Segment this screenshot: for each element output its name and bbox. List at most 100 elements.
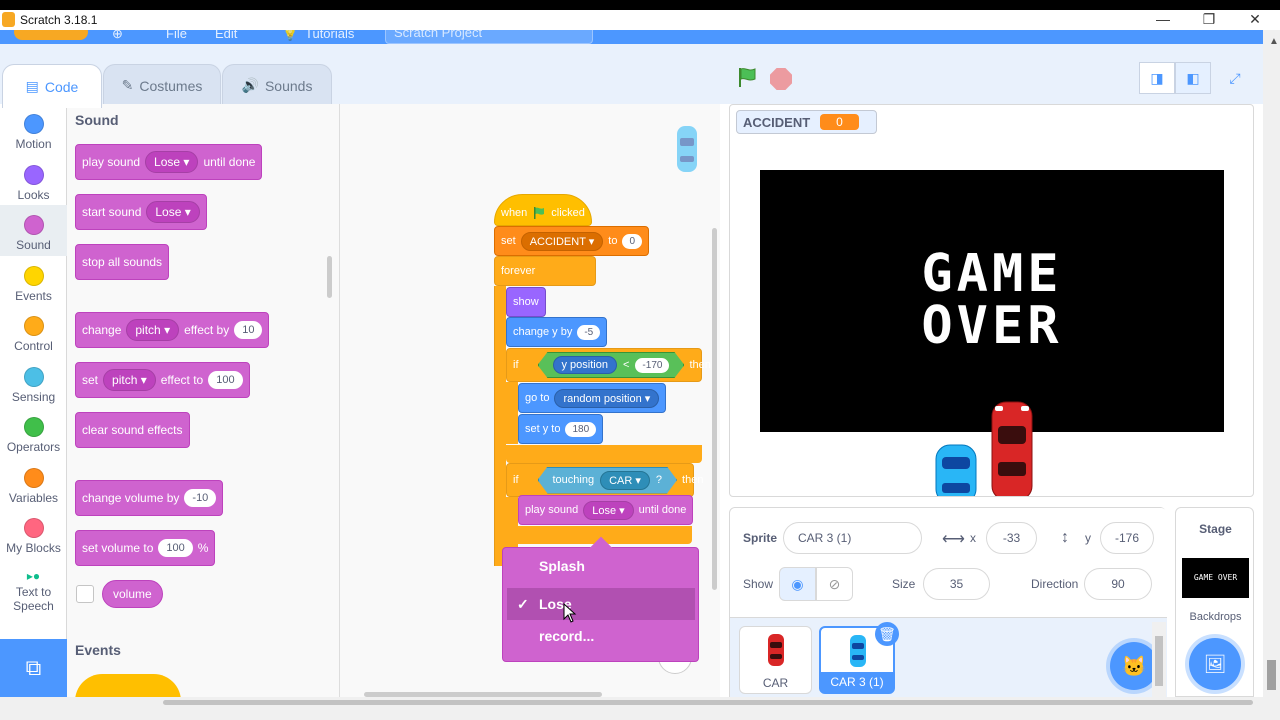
block-change-volume[interactable]: change volume by -10	[75, 480, 224, 516]
category-events[interactable]: Events	[0, 260, 67, 310]
block-touching[interactable]: touching CAR ▾ ?	[538, 467, 678, 494]
block-if-y-position[interactable]: if y position < -170 then	[506, 348, 711, 382]
red-car-sprite[interactable]	[989, 400, 1035, 497]
size-input[interactable]: 35	[923, 568, 990, 600]
block-change-pitch[interactable]: change pitch ▾ effect by 10	[75, 312, 270, 348]
category-my-blocks[interactable]: My Blocks	[0, 512, 67, 562]
category-sound[interactable]: Sound	[0, 205, 67, 256]
sound-select[interactable]: Lose ▾	[583, 500, 634, 520]
category-motion[interactable]: Motion	[0, 108, 67, 158]
menu-edit[interactable]: Edit	[215, 30, 237, 41]
touching-select[interactable]: CAR ▾	[600, 471, 650, 490]
number-input[interactable]: -10	[184, 489, 217, 507]
scratch-logo[interactable]	[14, 30, 88, 40]
category-operators[interactable]: Operators	[0, 411, 67, 461]
stage-thumbnail[interactable]: GAME OVER	[1182, 558, 1249, 598]
stage[interactable]: ACCIDENT 0 GAME OVER	[729, 104, 1254, 497]
y-position-reporter[interactable]: y position	[553, 356, 617, 374]
block-set-variable[interactable]: set ACCIDENT ▾ to 0	[494, 226, 650, 256]
globe-icon[interactable]: ⊕	[112, 30, 123, 42]
block-go-to[interactable]: go to random position ▾	[518, 383, 667, 413]
number-input[interactable]: 100	[158, 539, 193, 557]
y-input[interactable]: -176	[1100, 522, 1154, 554]
green-flag-icon[interactable]	[736, 66, 758, 88]
choose-sprite-button[interactable]: 🐱	[1110, 642, 1158, 690]
sound-select[interactable]: Lose ▾	[146, 201, 200, 223]
goto-select[interactable]: random position ▾	[554, 388, 660, 408]
script-vertical-scrollbar[interactable]	[712, 228, 717, 590]
menu-file[interactable]: File	[166, 30, 187, 41]
menu-tutorials[interactable]: Tutorials	[305, 30, 354, 41]
block-set-y[interactable]: set y to 180	[518, 414, 604, 444]
category-looks[interactable]: Looks	[0, 159, 67, 209]
number-input[interactable]: 10	[234, 321, 263, 339]
delete-sprite-button[interactable]: 🗑	[875, 622, 899, 646]
scroll-up-icon[interactable]: ▲	[1269, 36, 1279, 47]
block-show[interactable]: show	[506, 287, 546, 317]
dropdown-option-record[interactable]: record...	[507, 620, 695, 652]
show-hidden-toggle[interactable]: ⊘	[816, 567, 853, 601]
fullscreen-button[interactable]: ⤢	[1217, 62, 1253, 94]
close-button[interactable]: ✕	[1235, 10, 1275, 30]
small-stage-button[interactable]: ◨	[1139, 62, 1175, 94]
block-volume-reporter[interactable]: volume	[102, 580, 163, 608]
palette-scrollbar[interactable]	[327, 256, 332, 298]
project-title-input[interactable]: Scratch Project	[385, 30, 593, 44]
sprite-info: Sprite CAR 3 (1) ⟷ x -33 ↕ y -176 Show ◉…	[730, 508, 1167, 618]
sound-select[interactable]: Lose ▾	[145, 151, 199, 173]
minimize-button[interactable]: —	[1143, 10, 1183, 30]
editor-tabs: ▤ Code ✎ Costumes 🔊 Sounds	[0, 44, 720, 108]
sprite-list-scroll-thumb[interactable]	[1155, 636, 1163, 686]
window-horizontal-scrollbar[interactable]	[0, 697, 1280, 720]
show-visible-toggle[interactable]: ◉	[779, 567, 816, 601]
normal-stage-button[interactable]: ◧	[1175, 62, 1211, 94]
effect-select[interactable]: pitch ▾	[103, 369, 156, 391]
block-when-flag-clicked-partial[interactable]	[75, 674, 181, 697]
window-hscroll-thumb[interactable]	[163, 700, 1253, 705]
block-set-pitch[interactable]: set pitch ▾ effect to 100	[75, 362, 250, 398]
variable-select[interactable]: ACCIDENT ▾	[520, 231, 604, 251]
number-input[interactable]: -5	[577, 324, 601, 340]
block-clear-sound-effects[interactable]: clear sound effects	[75, 412, 190, 448]
block-start-sound[interactable]: start sound Lose ▾	[75, 194, 207, 230]
direction-input[interactable]: 90	[1084, 568, 1152, 600]
sprite-name-input[interactable]: CAR 3 (1)	[783, 522, 922, 554]
number-input[interactable]: 180	[565, 421, 597, 437]
stop-icon[interactable]	[770, 68, 792, 90]
dropdown-option-lose[interactable]: ✓ Lose	[507, 588, 695, 620]
window-vertical-scrollbar[interactable]: ▲	[1263, 30, 1280, 697]
category-sensing[interactable]: Sensing	[0, 361, 67, 411]
block-if-touching[interactable]: if touching CAR ▾ ? then	[506, 463, 703, 497]
tab-costumes[interactable]: ✎ Costumes	[103, 64, 221, 106]
stage-target-pane[interactable]: Stage GAME OVER Backdrops 🖼	[1175, 507, 1254, 697]
block-change-y[interactable]: change y by -5	[506, 317, 608, 347]
block-set-volume[interactable]: set volume to 100 %	[75, 530, 216, 566]
sprite-list-scrollbar[interactable]	[1152, 622, 1166, 698]
operator-less-than[interactable]: y position < -170	[538, 352, 685, 378]
block-play-sound-until-done[interactable]: play sound Lose ▾ until done	[75, 144, 263, 180]
block-play-sound-until-done[interactable]: play sound Lose ▾ until done	[518, 495, 694, 525]
window-scroll-thumb[interactable]	[1267, 660, 1276, 690]
blue-car-sprite[interactable]	[934, 443, 978, 497]
tab-code[interactable]: ▤ Code	[2, 64, 102, 108]
maximize-button[interactable]: ❐	[1189, 10, 1229, 30]
value-input[interactable]: 0	[622, 233, 643, 249]
sprite-tile-car-3-1[interactable]: CAR 3 (1) 🗑	[819, 622, 899, 694]
tab-sounds[interactable]: 🔊 Sounds	[222, 64, 332, 106]
category-control[interactable]: Control	[0, 310, 67, 360]
number-input[interactable]: 100	[208, 371, 243, 389]
sprite-tile-car[interactable]: CAR	[739, 626, 812, 694]
block-when-flag-clicked[interactable]: when clicked	[494, 194, 592, 226]
block-stop-all-sounds[interactable]: stop all sounds	[75, 244, 170, 280]
category-text-to-speech[interactable]: ▸● Text to Speech	[0, 565, 67, 619]
block-forever[interactable]: forever	[494, 256, 596, 286]
x-input[interactable]: -33	[986, 522, 1037, 554]
category-variables[interactable]: Variables	[0, 462, 67, 512]
number-input[interactable]: -170	[635, 358, 669, 373]
choose-backdrop-button[interactable]: 🖼	[1189, 638, 1241, 690]
add-extension-button[interactable]: ⧉	[0, 639, 67, 697]
dropdown-option-splash[interactable]: Splash	[507, 550, 695, 582]
variable-monitor-accident[interactable]: ACCIDENT 0	[736, 110, 877, 134]
volume-monitor-checkbox[interactable]	[76, 585, 94, 603]
effect-select[interactable]: pitch ▾	[126, 319, 180, 341]
